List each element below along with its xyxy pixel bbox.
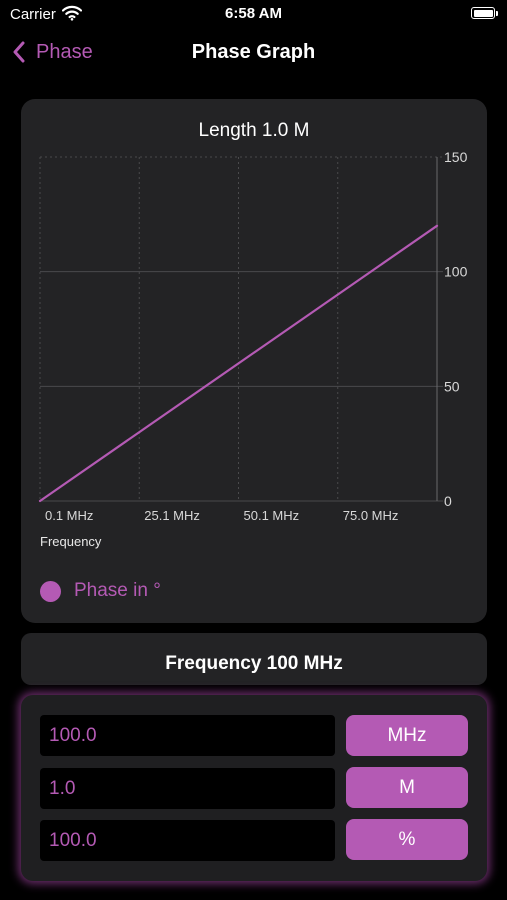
x-tick-label: 0.1 MHz: [45, 508, 93, 523]
x-axis-label: Frequency: [40, 534, 102, 549]
chart-card: Length 1.0 M 0 50 100 150 0.1 MHz 25.1 MHz 50.…: [21, 99, 487, 623]
page-title: Phase Graph: [191, 41, 316, 63]
frequency-input[interactable]: [40, 715, 335, 756]
length-unit-button[interactable]: M: [346, 767, 468, 808]
battery-icon: [471, 7, 495, 19]
percent-unit-button[interactable]: %: [346, 819, 468, 860]
clock: 6:58 AM: [225, 5, 282, 22]
y-tick-label: 0: [444, 493, 452, 509]
input-panel: MHz M %: [21, 695, 487, 881]
length-input[interactable]: [40, 768, 335, 809]
frequency-card: Frequency 100 MHz: [21, 633, 487, 685]
y-tick-label: 50: [444, 378, 460, 394]
phase-chart: 0 50 100 150 0.1 MHz 25.1 MHz 50.1 MHz 75.0 MHz…: [38, 149, 468, 549]
navigation-bar: Phase Phase Graph: [0, 30, 507, 74]
frequency-display: Frequency 100 MHz: [165, 653, 343, 674]
status-bar: Carrier 6:58 AM: [0, 0, 507, 28]
y-tick-label: 100: [444, 264, 468, 280]
frequency-unit-button[interactable]: MHz: [346, 715, 468, 756]
y-tick-label: 150: [444, 149, 468, 165]
x-tick-label: 25.1 MHz: [144, 508, 200, 523]
legend-label: Phase in °: [74, 580, 161, 601]
percent-input[interactable]: [40, 820, 335, 861]
legend-dot: [40, 580, 61, 602]
battery-tip: [496, 11, 498, 16]
x-tick-label: 50.1 MHz: [244, 508, 300, 523]
x-tick-label: 75.0 MHz: [343, 508, 399, 523]
chart-legend: Phase in °: [40, 577, 161, 605]
